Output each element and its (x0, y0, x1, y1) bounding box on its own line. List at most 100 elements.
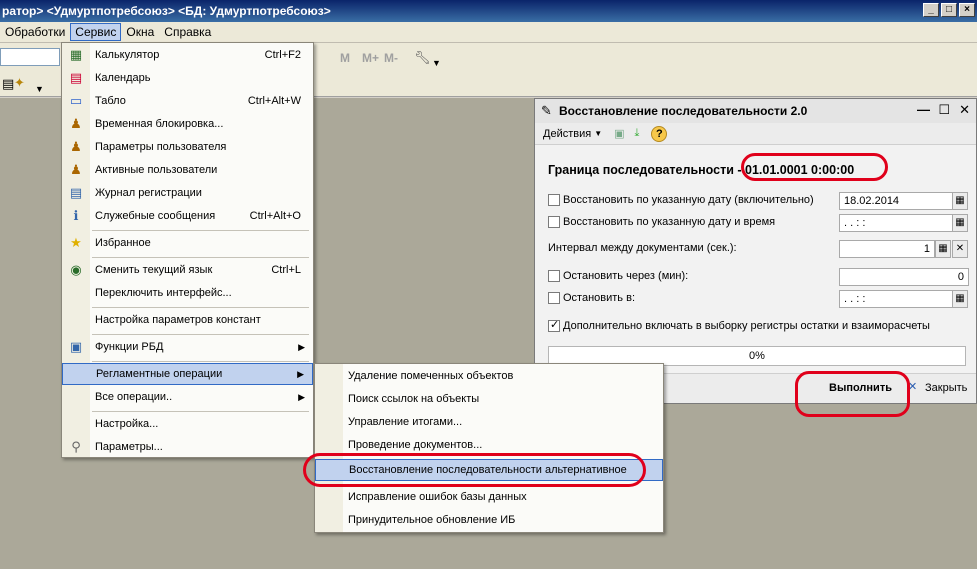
load-icon[interactable]: ⤓ (635, 127, 640, 140)
menu-item-active-users[interactable]: ♟ Активные пользователи (62, 159, 313, 181)
menu-item-user-params[interactable]: ♟ Параметры пользователя (62, 136, 313, 158)
stop-at-checkbox[interactable] (548, 292, 560, 304)
toolbar-tool-icon[interactable]: ▤ (2, 76, 14, 92)
help-button[interactable]: ? (651, 125, 668, 142)
submenu-restore-sequence-alt[interactable]: Восстановление последовательности альтер… (315, 459, 663, 481)
close-button[interactable]: × (959, 3, 975, 17)
calendar-icon[interactable]: ▦ (952, 214, 968, 232)
dialog-titlebar: ✎ Восстановление последовательности 2.0 … (535, 99, 976, 123)
menu-item-constants-settings[interactable]: Настройка параметров констант (62, 309, 313, 331)
toolbar-tool2-icon[interactable]: ✦ (14, 75, 25, 91)
dialog-toolbar: Действия ▼ ▣ ⤓ ? (535, 123, 976, 145)
restore-date-field[interactable]: 18.02.2014 (839, 192, 953, 210)
submenu-find-references[interactable]: Поиск ссылок на объекты (315, 388, 663, 410)
menu-item-rbd-functions[interactable]: ▣ Функции РБД ▶ (62, 336, 313, 358)
actions-dropdown-icon: ▼ (594, 129, 603, 138)
user-settings-icon: ♟ (70, 139, 82, 154)
users-icon: ♟ (70, 162, 82, 177)
wrench-icon: ⚲ (71, 439, 81, 454)
window-titlebar: ратор> <Удмуртпотребсоюз> <БД: Удмуртпот… (0, 0, 977, 22)
stop-after-row: Остановить через (мин): (548, 270, 688, 282)
interval-row: Интервал между документами (сек.): (548, 242, 737, 254)
menu-item-settings[interactable]: Настройка... (62, 413, 313, 435)
menu-separator (92, 361, 309, 362)
messages-icon: ℹ (73, 208, 79, 223)
stop-at-field[interactable]: . . : : (839, 290, 953, 308)
calculator-icon[interactable]: ▦ (935, 240, 951, 258)
log-icon: ▤ (69, 185, 83, 200)
menu-item-service-messages[interactable]: ℹ Служебные сообщения Ctrl+Alt+O (62, 205, 313, 227)
stop-after-checkbox[interactable] (548, 270, 560, 282)
menu-separator (92, 307, 309, 308)
memory-button[interactable]: M (340, 51, 350, 65)
restore-datetime-field[interactable]: . . : : (839, 214, 953, 232)
restore-date-checkbox[interactable] (548, 194, 560, 206)
menu-item-calendar[interactable]: ▤ Календарь (62, 67, 313, 89)
memory-minus-button[interactable]: M- (384, 51, 398, 65)
submenu-arrow-icon: ▶ (297, 368, 304, 379)
menu-item-calculator[interactable]: ▦ Калькулятор Ctrl+F2 (62, 44, 313, 66)
menu-item-all-operations[interactable]: Все операции.. ▶ (62, 386, 313, 408)
menubar: Обработки Сервис Окна Справка (0, 22, 977, 43)
stop-after-field[interactable]: 0 (839, 268, 969, 286)
menu-separator (92, 334, 309, 335)
dialog-title: Восстановление последовательности 2.0 (559, 104, 808, 118)
menu-item-favorites[interactable]: ★ Избранное (62, 232, 313, 254)
clear-icon[interactable]: ✕ (952, 240, 968, 258)
menu-help[interactable]: Справка (159, 23, 216, 41)
submenu-totals-management[interactable]: Управление итогами... (315, 411, 663, 433)
calendar-icon[interactable]: ▦ (952, 290, 968, 308)
include-registers-checkbox[interactable] (548, 318, 560, 332)
restore-date-row: Восстановить по указанную дату (включите… (548, 194, 814, 206)
menu-item-event-log[interactable]: ▤ Журнал регистрации (62, 182, 313, 204)
restore-datetime-checkbox[interactable] (548, 216, 560, 228)
sequence-boundary-heading: Граница последовательности - 01.01.0001 … (548, 163, 855, 177)
dialog-minimize-icon[interactable]: — (917, 102, 930, 117)
menu-processing[interactable]: Обработки (0, 23, 70, 41)
menu-windows[interactable]: Окна (121, 23, 159, 41)
close-dialog-button[interactable]: Закрыть (925, 382, 967, 394)
dropdown-arrow-icon[interactable]: ▼ (35, 81, 44, 97)
stop-after-label: Остановить через (мин): (563, 270, 689, 282)
star-icon: ★ (70, 235, 82, 250)
submenu-delete-marked[interactable]: Удаление помеченных объектов (315, 365, 663, 387)
run-button[interactable]: Выполнить (829, 382, 892, 394)
dialog-close-icon[interactable]: ✕ (959, 102, 970, 118)
menu-separator (92, 230, 309, 231)
board-icon: ▭ (69, 93, 83, 108)
restore-datetime-label: Восстановить по указанную дату и время (563, 216, 776, 228)
submenu-fix-db-errors[interactable]: Исправление ошибок базы данных (315, 486, 663, 508)
submenu-post-documents[interactable]: Проведение документов... (315, 434, 663, 456)
memory-plus-button[interactable]: M+ (362, 51, 379, 65)
submenu-arrow-icon: ▶ (298, 391, 305, 402)
calendar-icon[interactable]: ▦ (952, 192, 968, 210)
lock-user-icon: ♟ (70, 116, 82, 131)
menu-service[interactable]: Сервис (70, 23, 122, 41)
interval-field[interactable]: 1 (839, 240, 935, 258)
wrench-icon[interactable]: 🔧︎ (414, 50, 431, 66)
menu-item-switch-interface[interactable]: Переключить интерфейс... (62, 282, 313, 304)
service-menu: ▦ Калькулятор Ctrl+F2 ▤ Календарь ▭ Табл… (61, 42, 314, 458)
submenu-force-update-ib[interactable]: Принудительное обновление ИБ (315, 509, 663, 531)
refresh-icon[interactable]: ▣ (614, 127, 624, 140)
close-x-icon: ✕ (908, 381, 918, 393)
calculator-icon: ▦ (69, 47, 83, 62)
menu-item-temp-lock[interactable]: ♟ Временная блокировка... (62, 113, 313, 135)
toolbar-input[interactable] (0, 48, 60, 66)
minimize-button[interactable]: _ (923, 3, 939, 17)
submenu-arrow-icon: ▶ (298, 341, 305, 352)
menu-item-board[interactable]: ▭ Табло Ctrl+Alt+W (62, 90, 313, 112)
window-controls: _ □ × (923, 3, 975, 17)
chevron-down-icon[interactable]: ▼ (432, 55, 441, 71)
routine-operations-submenu: Удаление помеченных объектов Поиск ссыло… (314, 363, 664, 533)
include-registers-label: Дополнительно включать в выборку регистр… (563, 320, 930, 332)
actions-menu[interactable]: Действия (543, 128, 591, 140)
menu-item-change-language[interactable]: ◉ Сменить текущий язык Ctrl+L (62, 259, 313, 281)
menu-item-parameters[interactable]: ⚲ Параметры... (62, 436, 313, 458)
menu-separator (92, 411, 309, 412)
window-title: ратор> <Удмуртпотребсоюз> <БД: Удмуртпот… (2, 4, 331, 18)
dialog-maximize-icon[interactable]: ☐ (938, 102, 950, 118)
maximize-button[interactable]: □ (941, 3, 957, 17)
stop-at-row: Остановить в: (548, 292, 635, 304)
menu-item-routine-operations[interactable]: Регламентные операции ▶ (62, 363, 313, 385)
